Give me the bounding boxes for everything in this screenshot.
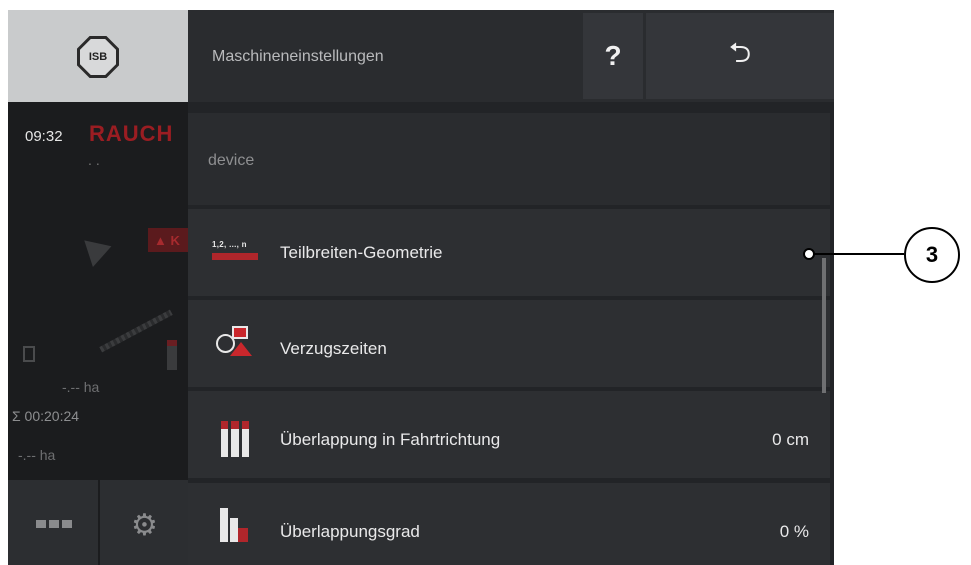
list-item-label: Verzugszeiten xyxy=(280,339,387,358)
partial-width-geometry-icon: 1,2, ..., n xyxy=(212,240,258,262)
clock-time: 09:32 xyxy=(25,128,63,145)
area-counter-2: -.-- ha xyxy=(18,447,56,463)
help-button[interactable]: ? xyxy=(583,13,643,99)
callout-number: 3 xyxy=(904,227,960,283)
overlap-degree-icon xyxy=(220,506,248,542)
overlap-direction-icon xyxy=(221,421,249,457)
delay-times-icon xyxy=(216,324,262,356)
list-item-label: Überlappung in Fahrtrichtung xyxy=(280,430,501,449)
warning-badge: ▲ K xyxy=(148,228,188,252)
back-button[interactable]: ⮌ xyxy=(646,13,834,99)
left-panel: ISB 09:32 RAUCH .. ▲ K -.-- ha Σ 00:20:2… xyxy=(8,10,188,565)
list-item-label: Überlappungsgrad xyxy=(280,522,420,541)
scrollbar[interactable] xyxy=(822,258,826,393)
section-header xyxy=(188,113,830,205)
menu-grid-icon xyxy=(36,520,72,528)
time-counter: Σ 00:20:24 xyxy=(12,408,80,424)
partial-width-bar xyxy=(212,253,258,260)
delay-square xyxy=(232,326,248,339)
partial-width-icon-text: 1,2, ..., n xyxy=(212,240,247,249)
gear-icon: ⚙ xyxy=(131,509,158,542)
list-item-value: 0 cm xyxy=(772,430,809,449)
spreader-icon xyxy=(167,340,177,370)
page-title: Maschineneinstellungen xyxy=(212,48,384,65)
list-item-value: 0 % xyxy=(779,522,809,541)
clipboard-icon xyxy=(23,346,35,362)
list-item-label: Teilbreiten-Geometrie xyxy=(280,243,443,262)
delay-triangle xyxy=(230,342,252,356)
isb-button[interactable]: ISB xyxy=(8,10,188,102)
brand-logo: RAUCH xyxy=(89,121,174,146)
status-dots: .. xyxy=(88,152,104,168)
callout-line xyxy=(813,253,904,255)
section-label: device xyxy=(208,152,255,169)
isb-label: ISB xyxy=(80,39,116,75)
area-counter-1: -.-- ha xyxy=(62,379,100,395)
callout-dot xyxy=(803,248,815,260)
isb-stop-icon: ISB xyxy=(77,36,119,78)
